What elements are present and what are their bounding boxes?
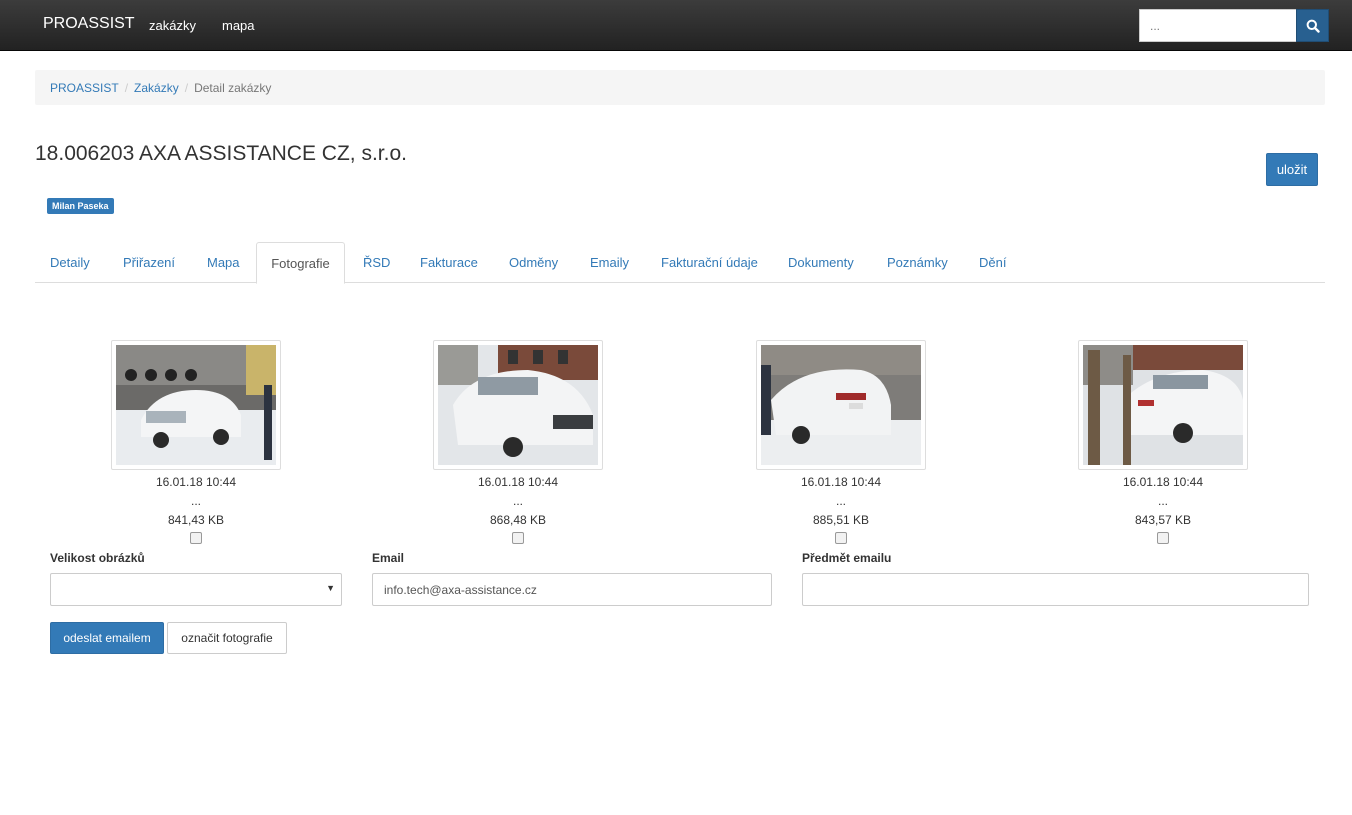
search-button[interactable]	[1296, 9, 1329, 42]
breadcrumb-current: Detail zakázky	[194, 80, 272, 95]
breadcrumb-zakazky[interactable]: Zakázky	[134, 81, 179, 95]
tab-poznamky[interactable]: Poznámky	[887, 242, 948, 283]
photo-size: 843,57 KB	[1134, 513, 1192, 527]
navbar: PROASSIST zakázky mapa	[0, 0, 1352, 51]
caret-down-icon: ▼	[326, 583, 335, 593]
photo-card: 16.01.18 10:44 ... 841,43 KB	[111, 340, 281, 544]
search-form	[1139, 9, 1329, 42]
subject-label: Předmět emailu	[802, 551, 892, 565]
photo-size: 841,43 KB	[167, 513, 225, 527]
car-photo-image	[761, 345, 921, 465]
photo-checkbox[interactable]	[512, 532, 524, 544]
tab-rsd[interactable]: ŘSD	[363, 242, 390, 283]
photo-checkbox[interactable]	[1157, 532, 1169, 544]
photo-checkbox[interactable]	[835, 532, 847, 544]
tab-fakturacni-udaje[interactable]: Fakturační údaje	[661, 242, 758, 283]
mark-photos-button[interactable]: označit fotografie	[167, 622, 287, 654]
subject-field[interactable]	[802, 573, 1309, 606]
email-field[interactable]	[372, 573, 772, 606]
photo-date: 16.01.18 10:44	[1122, 475, 1204, 489]
assignee-badge: Milan Paseka	[47, 198, 114, 214]
photo-thumbnail[interactable]	[1078, 340, 1248, 470]
photo-checkbox[interactable]	[190, 532, 202, 544]
breadcrumb-proassist[interactable]: PROASSIST	[50, 81, 119, 95]
photo-date: 16.01.18 10:44	[800, 475, 882, 489]
car-photo-image	[1083, 345, 1243, 465]
photo-thumbnail[interactable]	[433, 340, 603, 470]
search-icon	[1306, 19, 1320, 33]
nav-link-zakazky[interactable]: zakázky	[149, 18, 196, 33]
breadcrumb-separator: /	[124, 80, 129, 95]
car-photo-image	[116, 345, 276, 465]
photo-description: ...	[1157, 494, 1168, 508]
photo-size: 868,48 KB	[489, 513, 547, 527]
tab-emaily[interactable]: Emaily	[590, 242, 629, 283]
tab-mapa[interactable]: Mapa	[207, 242, 240, 283]
car-photo-image	[438, 345, 598, 465]
breadcrumb: PROASSIST / Zakázky / Detail zakázky	[35, 70, 1325, 105]
search-input[interactable]	[1139, 9, 1296, 42]
tab-deni[interactable]: Dění	[979, 242, 1006, 283]
photo-thumbnail[interactable]	[111, 340, 281, 470]
tab-dokumenty[interactable]: Dokumenty	[788, 242, 854, 283]
photo-card: 16.01.18 10:44 ... 885,51 KB	[756, 340, 926, 544]
photo-card: 16.01.18 10:44 ... 843,57 KB	[1078, 340, 1248, 544]
email-label: Email	[372, 551, 405, 565]
photo-size: 885,51 KB	[812, 513, 870, 527]
brand-link[interactable]: PROASSIST	[43, 15, 135, 33]
photo-description: ...	[512, 494, 523, 508]
tab-detaily[interactable]: Detaily	[50, 242, 90, 283]
tab-fakturace[interactable]: Fakturace	[420, 242, 478, 283]
image-size-select[interactable]: ▼	[50, 573, 342, 606]
breadcrumb-separator: /	[184, 80, 189, 95]
send-email-button[interactable]: odeslat emailem	[50, 622, 164, 654]
photo-description: ...	[190, 494, 201, 508]
photo-thumbnail[interactable]	[756, 340, 926, 470]
photo-description: ...	[835, 494, 846, 508]
image-size-label: Velikost obrázků	[50, 551, 145, 565]
photo-card: 16.01.18 10:44 ... 868,48 KB	[433, 340, 603, 544]
save-button[interactable]: uložit	[1266, 153, 1318, 186]
tab-prirazeni[interactable]: Přiřazení	[123, 242, 175, 283]
tab-bar: Detaily Přiřazení Mapa Fotografie ŘSD Fa…	[35, 242, 1325, 284]
nav-link-mapa[interactable]: mapa	[222, 18, 255, 33]
tab-fotografie[interactable]: Fotografie	[256, 242, 345, 284]
photo-date: 16.01.18 10:44	[477, 475, 559, 489]
tab-odmeny[interactable]: Odměny	[509, 242, 558, 283]
photo-date: 16.01.18 10:44	[155, 475, 237, 489]
page-title: 18.006203 AXA ASSISTANCE CZ, s.r.o.	[35, 142, 407, 165]
